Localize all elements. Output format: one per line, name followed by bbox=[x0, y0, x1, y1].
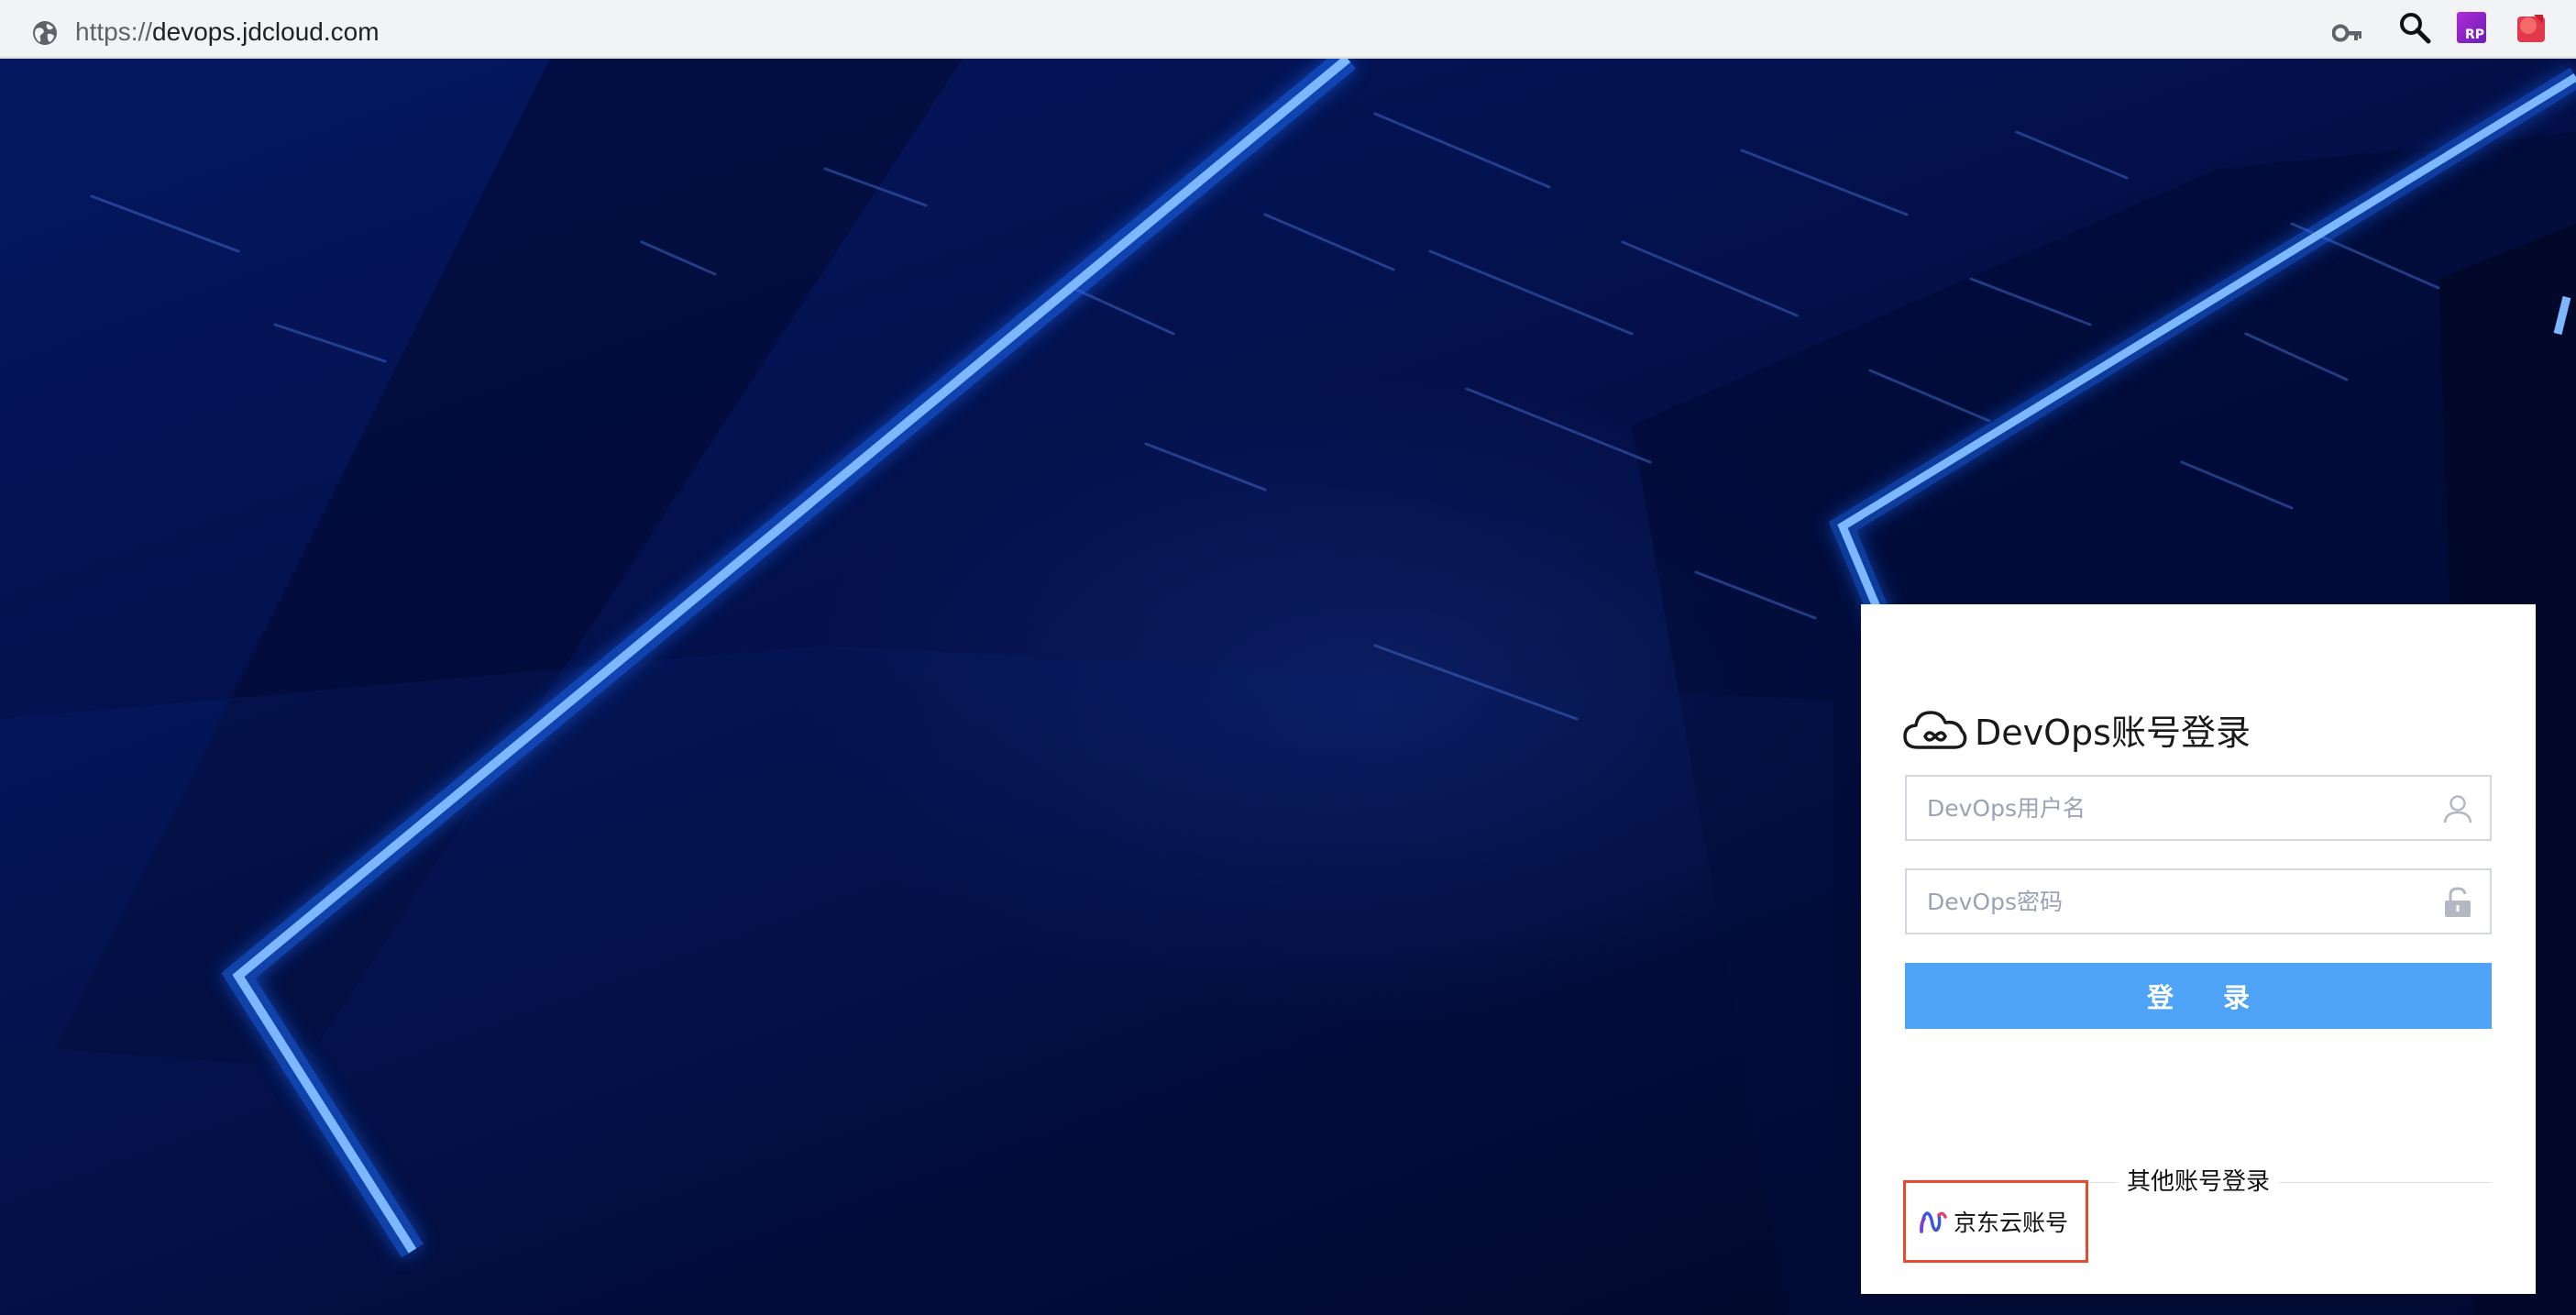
red-extension-icon[interactable] bbox=[2515, 11, 2547, 44]
lock-icon bbox=[2445, 887, 2471, 917]
login-card: DevOps账号登录 登 录 其他账号登录 京东云账号 bbox=[1861, 604, 2536, 1294]
login-title-text: DevOps账号登录 bbox=[1975, 712, 2251, 753]
jd-cloud-label: 京东云账号 bbox=[1954, 1210, 2069, 1236]
password-field[interactable] bbox=[1905, 868, 2492, 934]
jd-cloud-login-button[interactable]: 京东云账号 bbox=[1903, 1180, 2088, 1263]
username-field[interactable] bbox=[1905, 775, 2492, 841]
password-input[interactable] bbox=[1907, 870, 2440, 933]
devops-cloud-icon bbox=[1903, 711, 1967, 749]
url-host: devops.jdcloud.com bbox=[152, 17, 380, 46]
other-login-label: 其他账号登录 bbox=[2117, 1164, 2280, 1200]
url-text[interactable]: https://devops.jdcloud.com bbox=[75, 17, 380, 47]
browser-toolbar: https://devops.jdcloud.com RP bbox=[0, 0, 2576, 59]
globe-icon[interactable] bbox=[31, 19, 59, 47]
jd-cloud-logo-icon bbox=[1920, 1211, 1947, 1233]
user-icon bbox=[2443, 795, 2472, 823]
address-bar[interactable]: https://devops.jdcloud.com bbox=[7, 6, 2372, 51]
login-title: DevOps账号登录 bbox=[1901, 703, 2251, 755]
username-input[interactable] bbox=[1907, 777, 2440, 839]
rp-badge: RP bbox=[2464, 28, 2484, 42]
key-icon[interactable] bbox=[2332, 20, 2363, 46]
login-button[interactable]: 登 录 bbox=[1905, 963, 2492, 1029]
rp-extension-icon[interactable]: RP bbox=[2457, 12, 2486, 43]
url-scheme: https:// bbox=[75, 17, 153, 46]
search-icon[interactable] bbox=[2398, 11, 2431, 44]
